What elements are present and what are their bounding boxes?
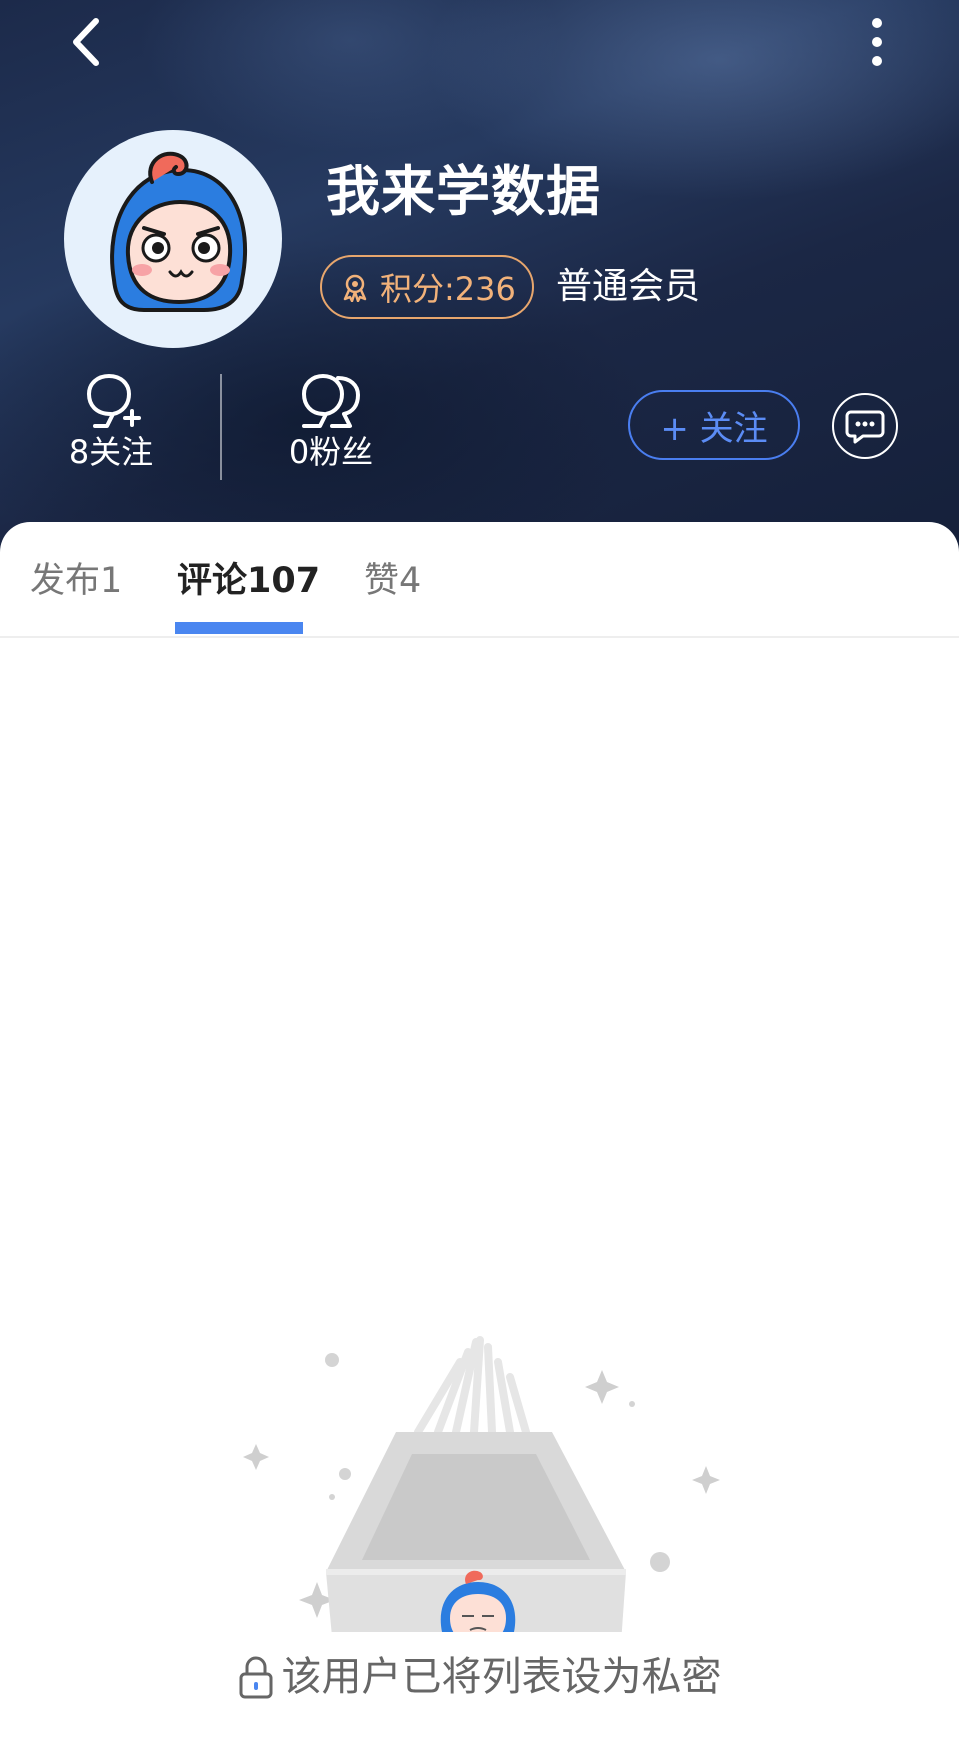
tab-likes[interactable]: 赞4	[364, 558, 421, 604]
message-button[interactable]	[832, 393, 898, 459]
fans-count: 0粉丝	[288, 433, 374, 471]
private-message-text: 该用户已将列表设为私密	[281, 1654, 722, 1700]
mascot-avatar-image	[110, 151, 248, 312]
stat-divider	[220, 374, 222, 480]
username: 我来学数据	[326, 160, 601, 223]
medal-icon	[340, 272, 370, 302]
empty-box-illustration	[230, 1212, 730, 1658]
add-person-icon	[36, 374, 186, 430]
profile-header: 我来学数据 积分:236 普通会员 8关注 0粉丝 + 关注	[0, 0, 959, 560]
private-list-message: 该用户已将列表设为私密	[0, 1652, 959, 1702]
avatar[interactable]	[64, 130, 282, 348]
tab-comments[interactable]: 评论107	[177, 558, 320, 604]
back-button[interactable]	[58, 12, 112, 72]
member-level: 普通会员	[556, 266, 701, 307]
points-label: 积分:236	[380, 270, 516, 308]
active-tab-indicator	[175, 622, 303, 634]
follow-button[interactable]: + 关注	[628, 390, 800, 460]
points-badge[interactable]: 积分:236	[320, 255, 534, 319]
chat-bubble-icon	[845, 410, 885, 444]
back-arrow-icon	[73, 18, 99, 66]
following-stat[interactable]: 8关注	[36, 374, 186, 472]
people-icon	[256, 374, 406, 430]
more-options-button[interactable]	[852, 10, 902, 74]
fans-stat[interactable]: 0粉丝	[256, 374, 406, 472]
content-panel: 发布1 评论107 赞4 该用户已将列表设为私密	[0, 522, 959, 1744]
lock-icon	[238, 1655, 274, 1699]
following-count: 8关注	[68, 433, 154, 471]
more-vertical-icon	[872, 18, 882, 28]
tab-publish[interactable]: 发布1	[30, 558, 122, 604]
tab-bar: 发布1 评论107 赞4	[0, 522, 959, 638]
